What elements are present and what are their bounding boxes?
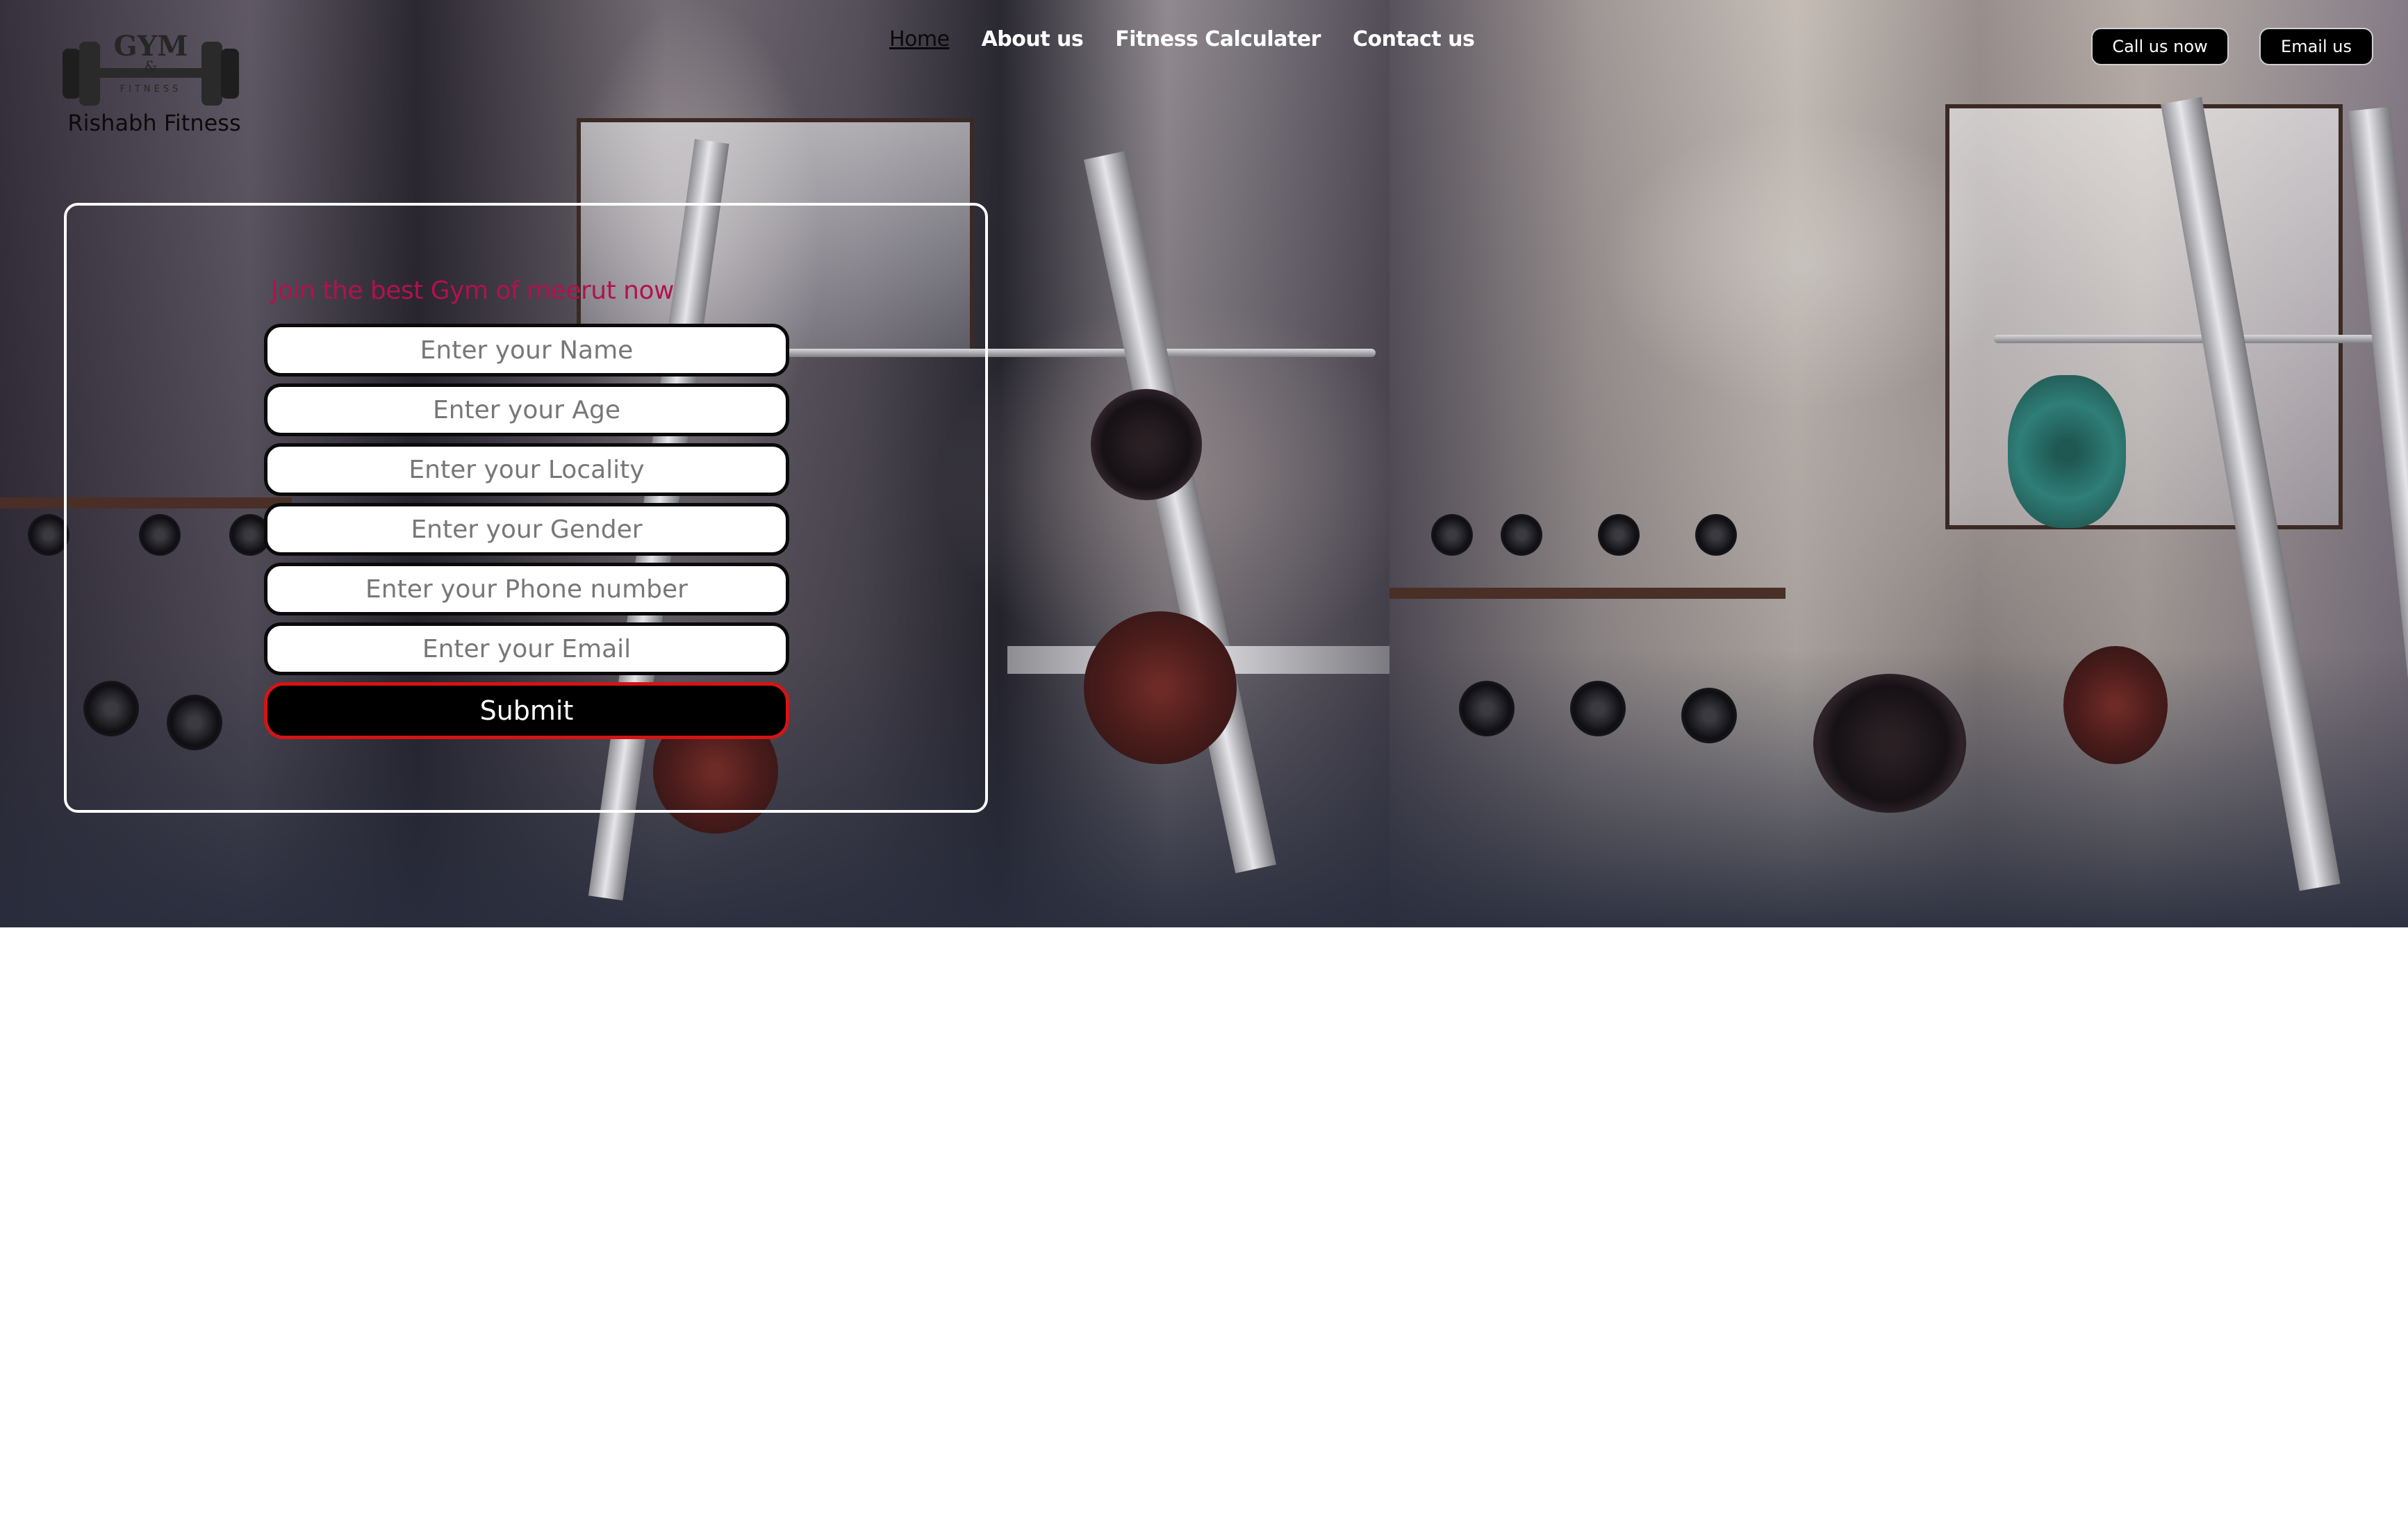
form-title: Join the best Gym of meerut now [271,276,674,305]
gender-field[interactable] [264,503,789,556]
weight-plate-decor [2063,646,2168,764]
dumbbell-decor [1431,514,1473,556]
dumbbell-rack-decor [1389,588,1786,599]
locality-field[interactable] [264,443,789,496]
name-field[interactable] [264,324,789,377]
call-us-button[interactable]: Call us now [2091,28,2229,65]
svg-text:FITNESS: FITNESS [120,84,182,94]
brand-name: Rishabh Fitness [67,110,241,136]
age-field[interactable] [264,383,789,436]
weight-plate-decor [1813,674,1966,813]
rack-post-decor [2348,106,2408,906]
phone-field[interactable] [264,563,789,615]
nav-fitness-calculater[interactable]: Fitness Calculater [1115,27,1321,51]
weight-plate-decor [2008,375,2126,528]
email-field[interactable] [264,622,789,675]
window-decor [1945,104,2343,529]
dumbbell-decor [1459,681,1515,736]
svg-text:&: & [144,59,158,76]
nav-contact-us[interactable]: Contact us [1353,27,1475,51]
dumbbell-decor [1570,681,1626,736]
email-us-button[interactable]: Email us [2259,28,2373,65]
svg-text:GYM: GYM [114,30,188,63]
rack-post-decor [1084,151,1276,874]
main-nav: Home About us Fitness Calculater Contact… [889,25,1475,53]
weight-plate-decor [1084,611,1237,764]
nav-home[interactable]: Home [889,27,950,51]
submit-button[interactable]: Submit [264,682,789,739]
dumbbell-decor [1681,688,1737,743]
dumbbell-decor [1598,514,1640,556]
nav-about-us[interactable]: About us [982,27,1084,51]
gym-photo-right [1389,0,2408,927]
weight-plate-decor [1091,389,1202,500]
dumbbell-decor [1695,514,1737,556]
dumbbell-decor [1501,514,1542,556]
dumbbell-icon: GYM & FITNESS [63,30,239,106]
brand-logo[interactable]: GYM & FITNESS Rishabh Fitness [57,25,245,143]
dumbbell-decor [28,514,69,556]
